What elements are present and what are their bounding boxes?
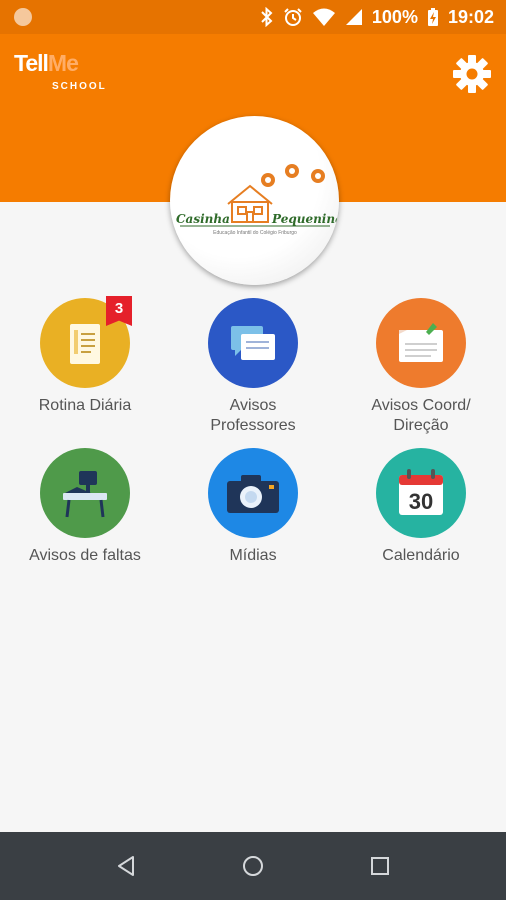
status-bar: 100% 19:02 bbox=[0, 0, 506, 34]
wifi-icon bbox=[312, 8, 335, 26]
daily-routine-icon: 3 bbox=[40, 296, 132, 388]
menu-item-rotina-diaria[interactable]: 3 Rotina Diária bbox=[1, 296, 169, 416]
menu-label-calendario: Calendário bbox=[382, 547, 460, 564]
school-caption: Educação Infantil do Colégio Friburgo bbox=[213, 230, 297, 236]
battery-percent: 100% bbox=[371, 6, 418, 27]
home-icon[interactable] bbox=[241, 854, 265, 878]
menu-label-midias: Mídias bbox=[229, 547, 277, 564]
back-icon[interactable] bbox=[114, 854, 138, 878]
notice-icon bbox=[376, 298, 466, 388]
gear-icon[interactable] bbox=[452, 54, 492, 94]
notification-badge: 3 bbox=[106, 296, 132, 326]
menu-label-rotina-diaria: Rotina Diária bbox=[38, 397, 132, 414]
notification-icon bbox=[14, 8, 32, 26]
calendar-day: 30 bbox=[409, 489, 433, 514]
camera-icon bbox=[208, 448, 298, 538]
menu-label-avisos-coord-direcao: Avisos Coord/ Direção bbox=[371, 397, 471, 434]
logo-accent-text: Me bbox=[47, 50, 79, 76]
menu-item-avisos-professores[interactable]: Avisos Professores bbox=[169, 298, 337, 436]
menu-item-avisos-de-faltas[interactable]: Avisos de faltas bbox=[1, 448, 169, 566]
menu-label-avisos-de-faltas: Avisos de faltas bbox=[29, 547, 141, 564]
logo-sub-text: SCHOOL bbox=[52, 81, 107, 92]
school-name-left: Casinha bbox=[176, 212, 230, 226]
calendar-icon: 30 bbox=[376, 448, 466, 538]
school-name-right: Pequenina bbox=[272, 212, 339, 226]
signal-icon bbox=[345, 9, 362, 25]
system-nav-bar bbox=[0, 832, 506, 900]
chat-icon bbox=[208, 298, 298, 388]
menu-item-avisos-coord-direcao[interactable]: Avisos Coord/ Direção bbox=[337, 298, 505, 436]
logo-main-text: Tell bbox=[14, 50, 49, 76]
alarm-icon bbox=[284, 8, 302, 26]
menu-item-midias[interactable]: Mídias bbox=[169, 448, 337, 566]
house-flowers-icon bbox=[180, 164, 330, 227]
app-logo: TellMe SCHOOL bbox=[14, 50, 105, 93]
bluetooth-icon bbox=[261, 7, 273, 27]
school-desk-icon bbox=[40, 448, 130, 538]
menu-item-calendario[interactable]: 30 Calendário bbox=[337, 448, 505, 566]
menu-label-avisos-professores: Avisos Professores bbox=[210, 397, 296, 434]
recents-icon[interactable] bbox=[368, 854, 392, 878]
clock: 19:02 bbox=[447, 6, 494, 27]
school-logo: Casinha Pequenina Educação Infantil do C… bbox=[170, 116, 339, 285]
battery-charging-icon bbox=[427, 8, 438, 26]
